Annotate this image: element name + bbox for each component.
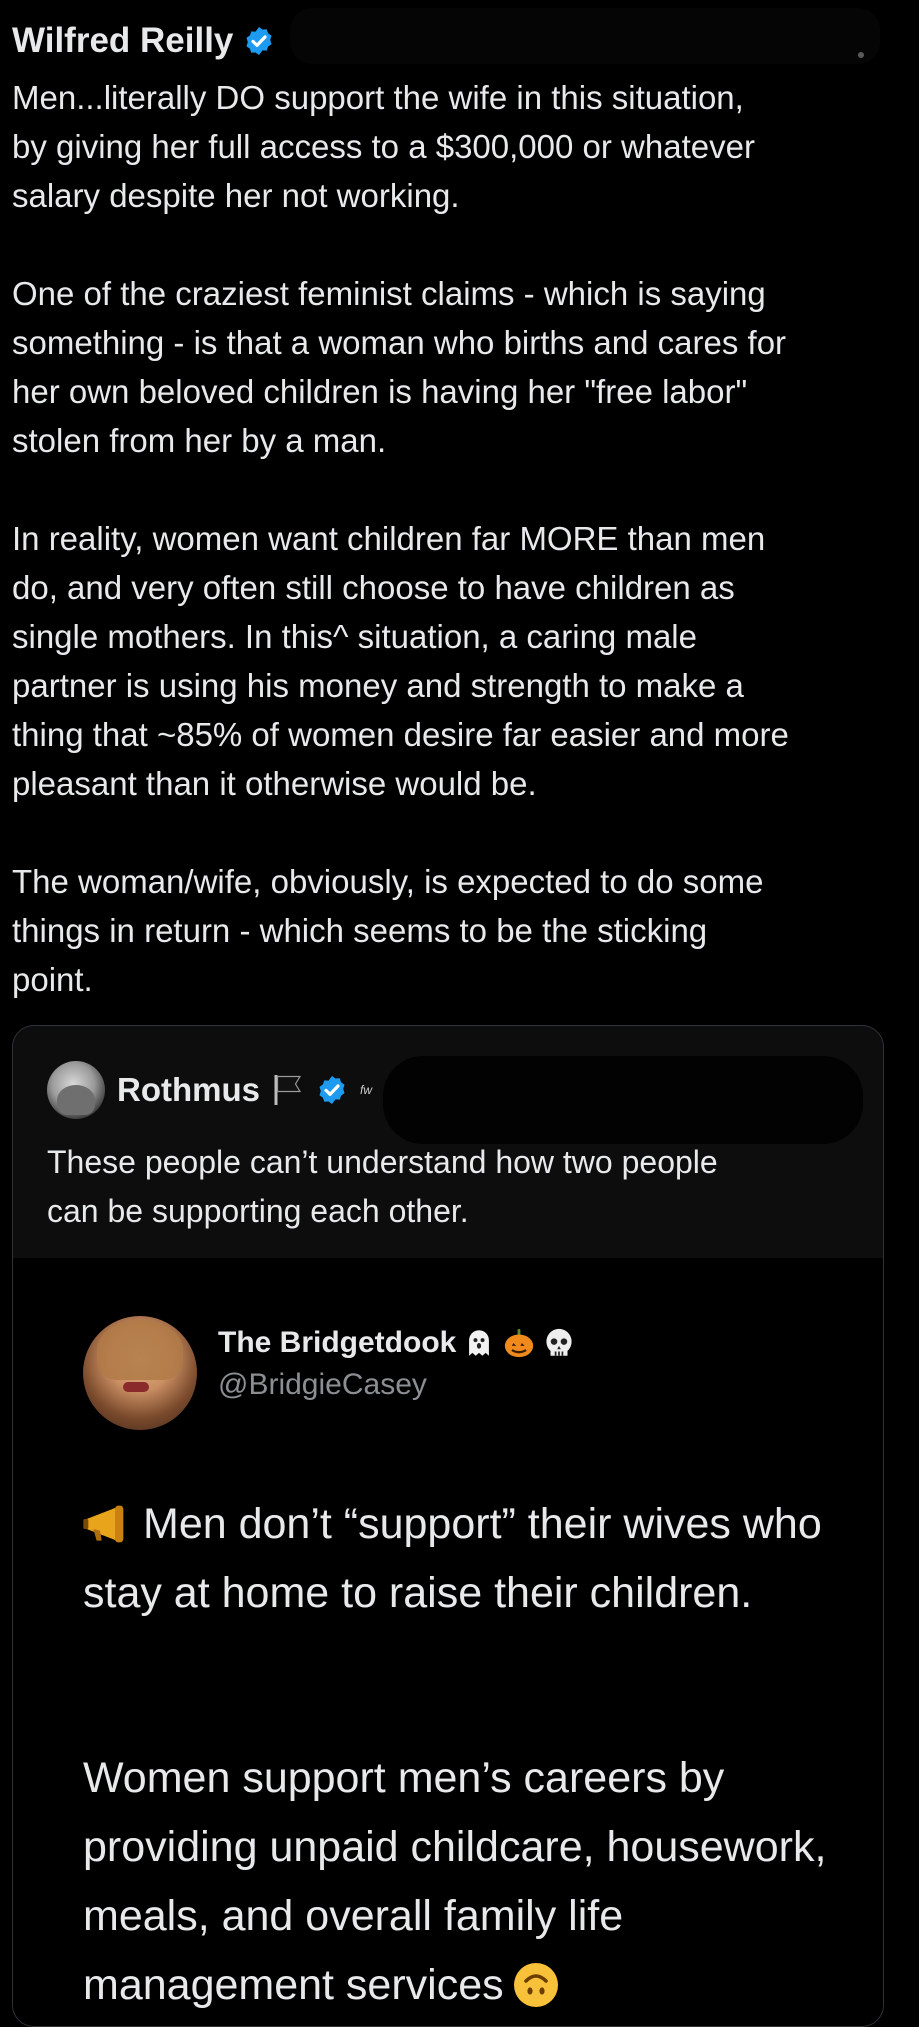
post-paragraph: In reality, women want children far MORE…: [12, 520, 789, 802]
skull-icon: [546, 1328, 572, 1356]
embedded-paragraph-text: Men don’t “support” their wives who stay…: [83, 1500, 822, 1617]
verified-badge-icon: [319, 1076, 345, 1104]
quoted-post-header: Rothmus fw: [47, 1060, 372, 1120]
quoted-post-text: These people can’t understand how two pe…: [47, 1144, 718, 1229]
post-body: Men...literally DO support the wife in t…: [12, 73, 907, 1004]
embedded-paragraph-text: Women support men’s careers by providing…: [83, 1754, 827, 2009]
author-name[interactable]: Wilfred Reilly: [12, 21, 233, 61]
embedded-paragraph: Men don’t “support” their wives who stay…: [83, 1490, 843, 1628]
ghost-icon: [469, 1330, 490, 1356]
post-paragraph: Men...literally DO support the wife in t…: [12, 79, 755, 214]
black-flag-icon: [274, 1075, 302, 1105]
verified-badge-icon: [246, 27, 272, 55]
embedded-screenshot[interactable]: The Bridgetdook @BridgieCasey Men don’t …: [13, 1258, 883, 2026]
redacted-area: [290, 8, 880, 64]
megaphone-icon: [83, 1505, 124, 1543]
quoted-post-card[interactable]: Rothmus fw These people can’t understand…: [12, 1025, 884, 2027]
pumpkin-icon: [505, 1328, 534, 1358]
redacted-area: [383, 1056, 863, 1144]
quoted-author-name[interactable]: Rothmus: [117, 1071, 260, 1109]
redacted-dot: [858, 52, 864, 58]
embedded-handle: @BridgieCasey: [218, 1368, 427, 1401]
embedded-author-name: The Bridgetdook: [218, 1326, 457, 1359]
upside-down-face-icon: [513, 1963, 558, 2007]
embedded-paragraph: Women support men’s careers by providing…: [83, 1744, 863, 2020]
post-header: Wilfred Reilly: [12, 18, 275, 64]
avatar[interactable]: [47, 1061, 105, 1119]
tiny-mark: fw: [360, 1083, 372, 1097]
post-paragraph: The woman/wife, obviously, is expected t…: [12, 863, 764, 998]
post-paragraph: One of the craziest feminist claims - wh…: [12, 275, 787, 459]
avatar: [83, 1316, 197, 1430]
embedded-author-row: The Bridgetdook: [218, 1326, 576, 1360]
